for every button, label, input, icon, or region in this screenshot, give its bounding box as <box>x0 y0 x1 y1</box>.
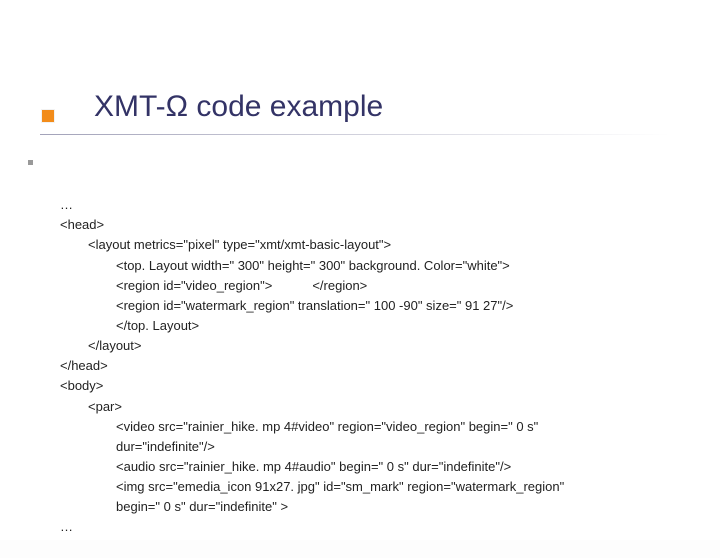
accent-square-icon <box>42 110 54 122</box>
code-line: dur="indefinite"/> <box>60 439 215 454</box>
code-line: <video src="rainier_hike. mp 4#video" re… <box>60 419 538 434</box>
code-line: <audio src="rainier_hike. mp 4#audio" be… <box>60 459 511 474</box>
code-line: <img src="emedia_icon 91x27. jpg" id="sm… <box>60 479 564 494</box>
code-line: </top. Layout> <box>60 318 199 333</box>
code-example-block: … <head> <layout metrics="pixel" type="x… <box>60 175 670 558</box>
code-line: </head> <box>60 358 108 373</box>
code-line: <par> <box>60 399 122 414</box>
code-line: <top. Layout width=" 300" height=" 300" … <box>60 258 510 273</box>
code-line: <head> <box>60 217 104 232</box>
code-line: <body> <box>60 378 103 393</box>
code-line: <region id="video_region"></region> <box>60 278 367 293</box>
code-line: <layout metrics="pixel" type="xmt/xmt-ba… <box>60 237 391 252</box>
code-line: </layout> <box>60 338 142 353</box>
code-line: … <box>60 197 73 212</box>
code-line: … <box>60 519 73 534</box>
code-line: begin=" 0 s" dur="indefinite" > <box>60 499 288 514</box>
code-line: <region id="watermark_region" translatio… <box>60 298 513 313</box>
title-underline <box>40 134 670 135</box>
slide-title: XMT-Ω code example <box>94 90 383 124</box>
bullet-marker <box>28 160 33 165</box>
